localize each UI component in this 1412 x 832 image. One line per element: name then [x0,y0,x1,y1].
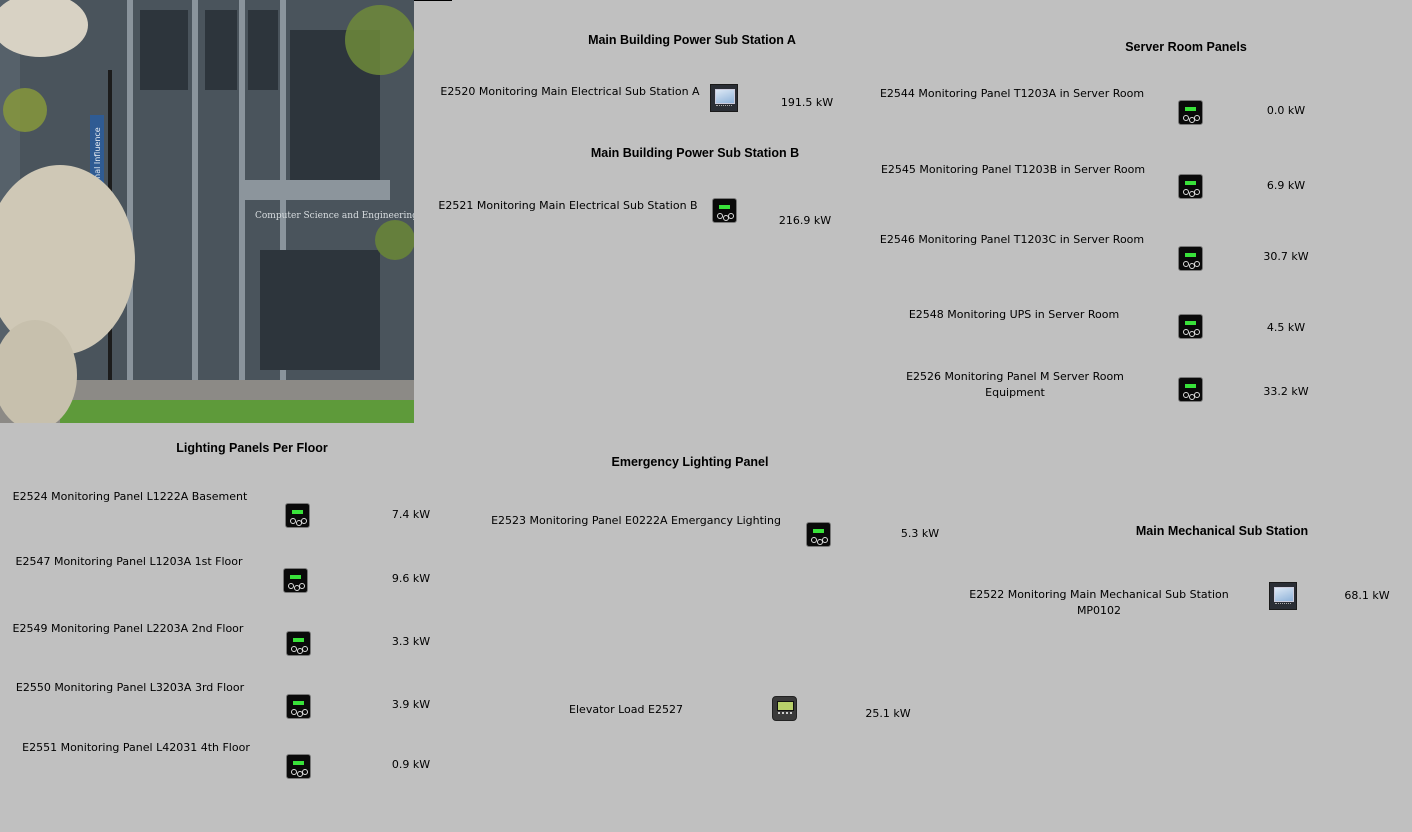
meter-value-e2521: 216.9 kW [778,214,832,227]
meter-label-e2526[interactable]: E2526 Monitoring Panel M Server Room Equ… [900,369,1130,401]
meter-label-e2527[interactable]: Elevator Load E2527 [569,702,683,718]
meter-label-e2520[interactable]: E2520 Monitoring Main Electrical Sub Sta… [440,84,699,100]
power-meter-icon[interactable] [1178,314,1203,339]
meter-value-e2548: 4.5 kW [1266,321,1306,334]
power-meter-icon[interactable] [1178,174,1203,199]
meter-label-e2548[interactable]: E2548 Monitoring UPS in Server Room [909,307,1119,323]
building-photo: Computer Science and Engineering Nationa… [0,0,414,423]
meter-value-e2527: 25.1 kW [865,707,911,720]
power-meter-icon[interactable] [286,694,311,719]
meter-value-e2520: 191.5 kW [780,96,834,109]
elevator-meter-icon[interactable] [772,696,797,721]
meter-value-e2526: 33.2 kW [1263,385,1309,398]
power-meter-icon[interactable] [1178,377,1203,402]
meter-label-e2522[interactable]: E2522 Monitoring Main Mechanical Sub Sta… [964,587,1234,619]
meter-value-e2522: 68.1 kW [1344,589,1390,602]
meter-label-e2550[interactable]: E2550 Monitoring Panel L3203A 3rd Floor [16,680,244,696]
meter-value-e2547: 9.6 kW [391,572,431,585]
power-meter-icon[interactable] [286,631,311,656]
meter-value-e2545: 6.9 kW [1266,179,1306,192]
meter-label-e2521[interactable]: E2521 Monitoring Main Electrical Sub Sta… [438,198,697,214]
display-meter-icon[interactable] [1269,582,1297,610]
meter-label-e2545[interactable]: E2545 Monitoring Panel T1203B in Server … [881,162,1145,178]
power-meter-icon[interactable] [283,568,308,593]
meter-value-e2546: 30.7 kW [1263,250,1309,263]
power-meter-icon[interactable] [1178,100,1203,125]
meter-label-e2551[interactable]: E2551 Monitoring Panel L42031 4th Floor [22,740,250,756]
meter-value-e2551: 0.9 kW [391,758,431,771]
meter-value-e2549: 3.3 kW [391,635,431,648]
meter-label-e2547[interactable]: E2547 Monitoring Panel L1203A 1st Floor [16,554,243,570]
section-title-sub-station-a: Main Building Power Sub Station A [588,33,796,47]
meter-value-e2550: 3.9 kW [391,698,431,711]
meter-label-e2544[interactable]: E2544 Monitoring Panel T1203A in Server … [880,86,1144,102]
building-sign-text: Computer Science and Engineering [255,211,414,221]
power-meter-icon[interactable] [1178,246,1203,271]
divider-line [414,0,452,1]
power-meter-icon[interactable] [285,503,310,528]
meter-value-e2544: 0.0 kW [1266,104,1306,117]
section-title-server-room: Server Room Panels [1125,40,1247,54]
meter-label-e2549[interactable]: E2549 Monitoring Panel L2203A 2nd Floor [13,621,244,637]
section-title-mechanical: Main Mechanical Sub Station [1135,524,1309,538]
power-meter-icon[interactable] [286,754,311,779]
section-title-lighting: Lighting Panels Per Floor [176,441,328,455]
power-meter-icon[interactable] [806,522,831,547]
section-title-emergency: Emergency Lighting Panel [611,455,769,469]
meter-label-e2523[interactable]: E2523 Monitoring Panel E0222A Emergancy … [491,513,781,529]
meter-value-e2524: 7.4 kW [391,508,431,521]
section-title-sub-station-b: Main Building Power Sub Station B [590,146,800,160]
meter-label-e2524[interactable]: E2524 Monitoring Panel L1222A Basement [13,489,248,505]
power-meter-icon[interactable] [712,198,737,223]
meter-label-e2546[interactable]: E2546 Monitoring Panel T1203C in Server … [880,232,1144,248]
meter-value-e2523: 5.3 kW [900,527,940,540]
display-meter-icon[interactable] [710,84,738,112]
